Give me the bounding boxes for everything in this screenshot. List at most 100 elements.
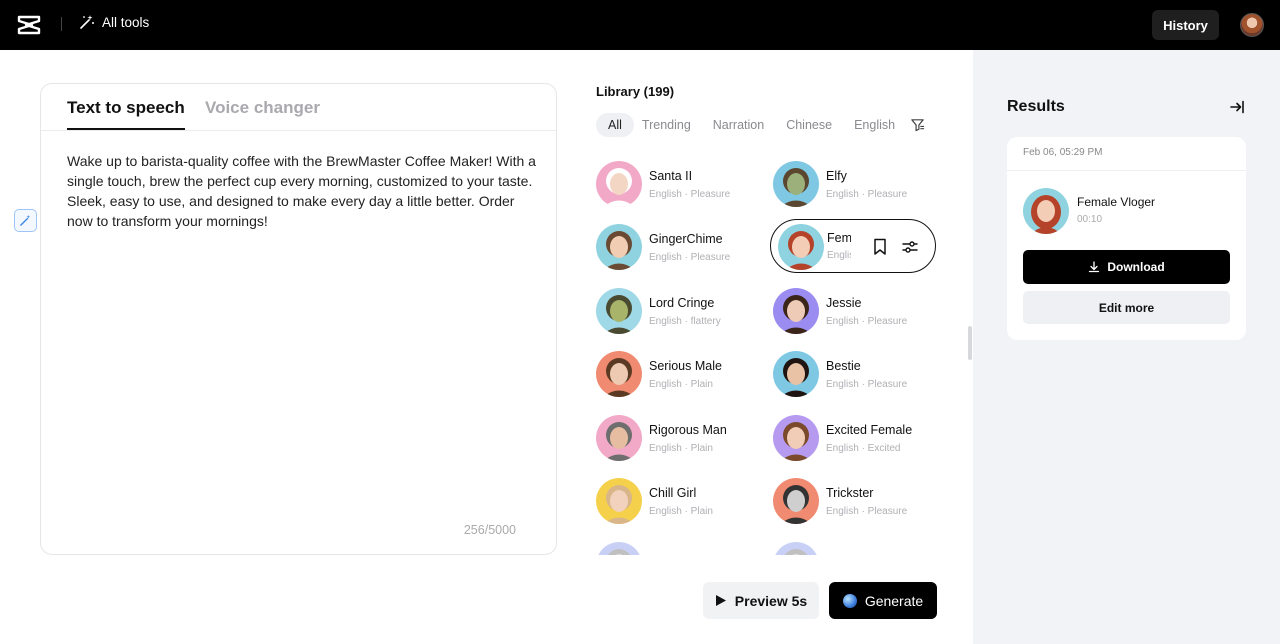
- voice-tags: English · Plain: [649, 379, 713, 390]
- active-tab-indicator: [67, 128, 185, 130]
- voice-tags: English · Pleasure: [826, 506, 908, 517]
- voice-item[interactable]: Jessie English · Pleasure: [773, 286, 943, 336]
- voice-tags: English · Plain: [649, 506, 713, 517]
- history-button[interactable]: History: [1152, 10, 1219, 40]
- user-avatar[interactable]: [1240, 13, 1264, 37]
- all-tools-label: All tools: [102, 14, 150, 30]
- voice-item[interactable]: Santa II English · Pleasure: [596, 159, 766, 209]
- result-card-divider: [1007, 170, 1246, 171]
- voice-item[interactable]: Chill Girl English · Plain: [596, 476, 766, 526]
- voice-avatar: [596, 542, 642, 555]
- generate-button[interactable]: Generate: [829, 582, 937, 619]
- result-voice-name: Female Vloger: [1077, 195, 1156, 209]
- voice-tags: English · Pleasure: [826, 316, 908, 327]
- voice-avatar: [596, 351, 642, 397]
- voice-tags: English · Plain: [649, 443, 713, 454]
- voice-tags: English · flattery: [649, 316, 721, 327]
- result-card: Feb 06, 05:29 PM Female Vloger 00:10 Dow…: [1007, 137, 1246, 340]
- voice-item[interactable]: Female Vloger English · Pleasure: [770, 219, 936, 273]
- voice-item[interactable]: Excited Female English · Excited: [773, 413, 943, 463]
- bookmark-icon[interactable]: [872, 238, 888, 256]
- edit-more-button[interactable]: Edit more: [1023, 291, 1230, 324]
- tab-voice-changer[interactable]: Voice changer: [205, 98, 320, 118]
- voice-name: Chill Girl: [649, 486, 697, 500]
- voice-item[interactable]: Bestie English · Pleasure: [773, 349, 943, 399]
- voice-tags: English · Pleasure: [827, 250, 851, 261]
- ai-writer-button[interactable]: [14, 209, 37, 232]
- voice-avatar: [596, 478, 642, 524]
- voice-tags: English · Pleasure: [649, 252, 731, 263]
- voice-name: Excited Female: [826, 423, 913, 437]
- voice-avatar: [773, 288, 819, 334]
- voice-name: Elfy: [826, 169, 847, 183]
- magic-pen-icon: [20, 214, 31, 226]
- result-duration: 00:10: [1077, 214, 1103, 225]
- collapse-panel-icon[interactable]: [1229, 99, 1245, 115]
- voice-item[interactable]: Trickster English · Pleasure: [773, 476, 943, 526]
- download-icon: [1089, 261, 1100, 273]
- voice-avatar: [596, 415, 642, 461]
- voice-item[interactable]: Rigorous Man English · Plain: [596, 413, 766, 463]
- panel-resize-handle[interactable]: [968, 326, 972, 360]
- voice-avatar: [773, 351, 819, 397]
- voice-avatar: [778, 224, 824, 270]
- voice-item[interactable]: Lord Cringe English · flattery: [596, 286, 766, 336]
- voice-name: Rigorous Man: [649, 423, 727, 437]
- voice-avatar: [596, 161, 642, 207]
- preview-button[interactable]: Preview 5s: [703, 582, 819, 619]
- results-panel: Results Feb 06, 05:29 PM Female Vloger 0…: [973, 50, 1280, 644]
- filter-chip-all[interactable]: All: [596, 113, 634, 137]
- voice-name: Lord Cringe: [649, 296, 715, 310]
- tab-text-to-speech[interactable]: Text to speech: [67, 98, 185, 118]
- voice-avatar: [596, 288, 642, 334]
- filter-chip-trending[interactable]: Trending: [635, 113, 698, 137]
- voice-avatar: [773, 542, 819, 555]
- voice-name: Jessie: [826, 296, 862, 310]
- voice-tags: English · Pleasure: [826, 379, 908, 390]
- voice-item[interactable]: Serious Male English · Plain: [596, 349, 766, 399]
- results-title: Results: [1007, 98, 1065, 115]
- top-bar: All tools History: [0, 0, 1280, 50]
- filter-chip-narration[interactable]: Narration: [706, 113, 771, 137]
- capcut-logo-icon[interactable]: [17, 14, 41, 36]
- voice-name: Santa II: [649, 169, 693, 183]
- voice-tags: English · Pleasure: [649, 189, 731, 200]
- character-counter: 256/5000: [463, 523, 516, 537]
- voice-name: GingerChime: [649, 232, 723, 246]
- voice-settings-icon[interactable]: [901, 238, 919, 256]
- voice-name: Serious Male: [649, 359, 722, 373]
- result-voice-avatar[interactable]: [1023, 188, 1069, 234]
- voice-avatar: [773, 415, 819, 461]
- filter-icon[interactable]: [910, 117, 925, 132]
- play-icon: [715, 595, 726, 606]
- generate-orb-icon: [842, 593, 857, 608]
- voice-avatar: [596, 224, 642, 270]
- result-date: Feb 06, 05:29 PM: [1023, 147, 1103, 158]
- generate-label: Generate: [864, 592, 924, 609]
- voice-item[interactable]: [596, 540, 766, 555]
- voice-avatar: [773, 478, 819, 524]
- download-button[interactable]: Download: [1023, 250, 1230, 284]
- magic-wand-icon: [80, 15, 94, 29]
- filter-chip-english[interactable]: English: [847, 113, 902, 137]
- voice-tags: English · Excited: [826, 443, 901, 454]
- voice-tags: English · Pleasure: [826, 189, 908, 200]
- filter-chip-chinese[interactable]: Chinese: [779, 113, 839, 137]
- editor-tabs: Text to speech Voice changer: [41, 84, 556, 131]
- library-filter-chips: All Trending Narration Chinese English: [596, 113, 914, 137]
- topbar-divider: [61, 17, 62, 31]
- script-textarea[interactable]: Wake up to barista-quality coffee with t…: [67, 151, 537, 231]
- voice-name: Female Vloger: [827, 231, 851, 245]
- library-title: Library (199): [596, 84, 675, 99]
- voice-item[interactable]: [773, 540, 943, 555]
- preview-label: Preview 5s: [734, 592, 808, 609]
- voice-item[interactable]: GingerChime English · Pleasure: [596, 222, 766, 272]
- text-editor-panel: Text to speech Voice changer Wake up to …: [40, 83, 557, 555]
- voice-name: Bestie: [826, 359, 861, 373]
- voice-library-grid: Santa II English · Pleasure Elfy English · …: [596, 159, 946, 555]
- download-label: Download: [1107, 260, 1165, 274]
- all-tools-button[interactable]: All tools: [79, 14, 149, 30]
- voice-name: Trickster: [826, 486, 874, 500]
- voice-item[interactable]: Elfy English · Pleasure: [773, 159, 943, 209]
- voice-avatar: [773, 161, 819, 207]
